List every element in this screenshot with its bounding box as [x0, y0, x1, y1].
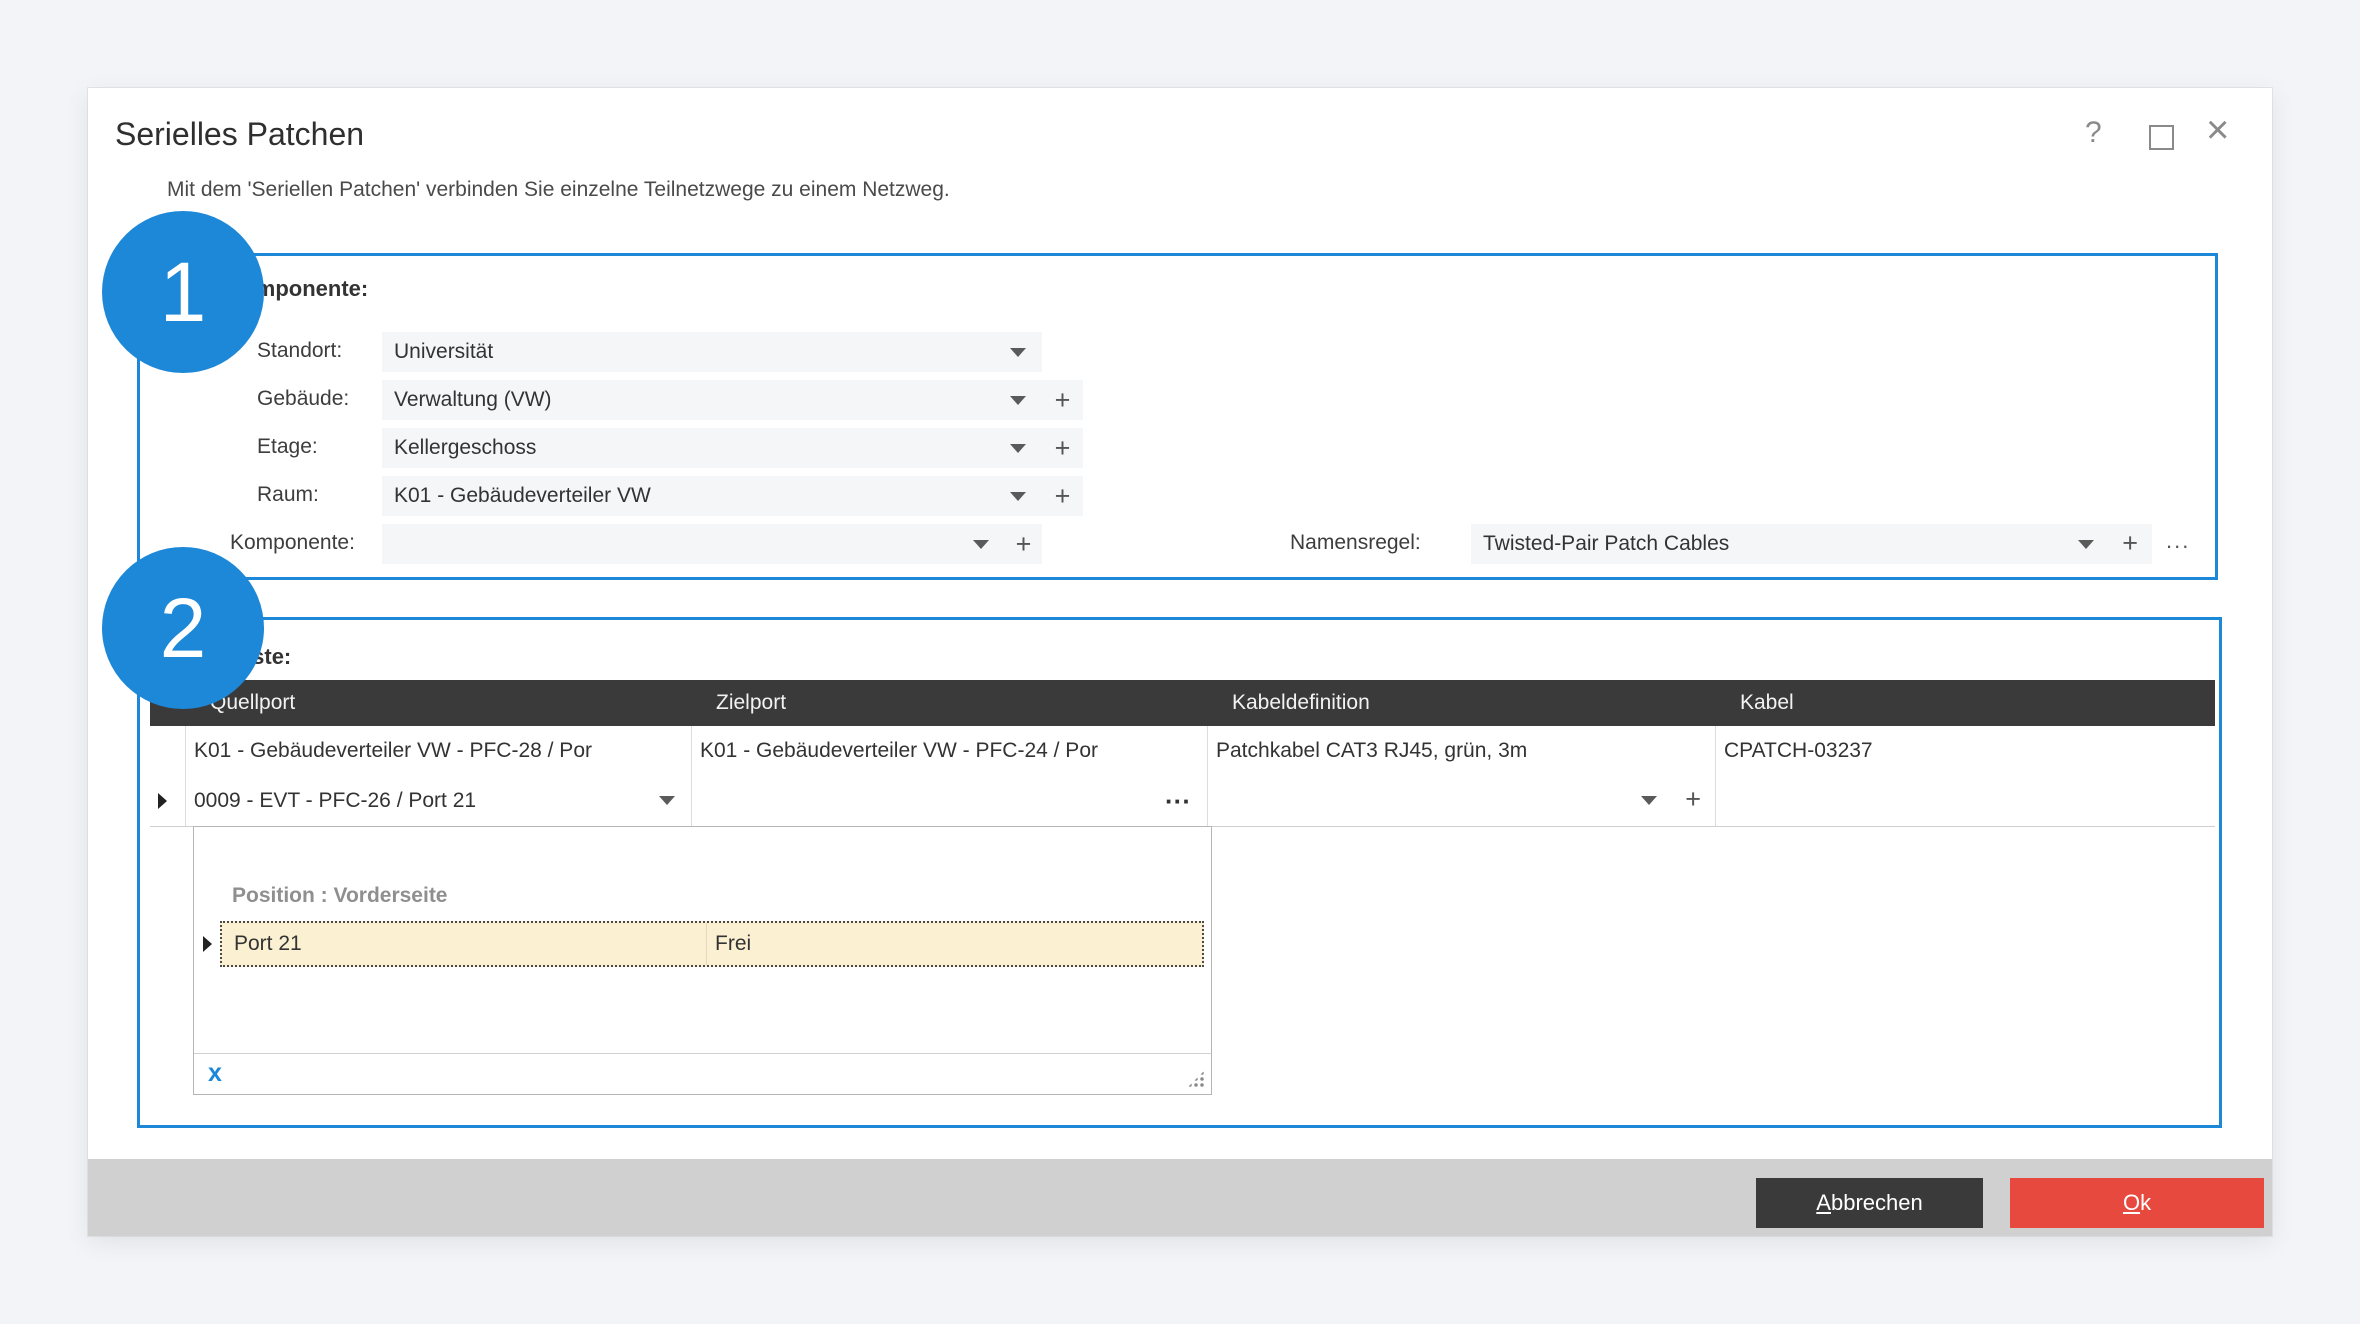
table-cell-zielport[interactable]: K01 - Gebäudeverteiler VW - PFC-24 / Por: [692, 726, 1208, 776]
column-header-kabel[interactable]: Kabel: [1716, 680, 2215, 726]
dropdown-row-port21[interactable]: Port 21 Frei: [220, 921, 1204, 967]
ellipsis-icon: ···: [1165, 786, 1191, 817]
dropdown-cell-port[interactable]: Port 21: [222, 923, 706, 965]
plus-icon: +: [1685, 784, 1701, 814]
port-dropdown-panel: Position : Vorderseite Port 21 Frei x: [193, 826, 1212, 1095]
step-badge-2: 2: [102, 547, 264, 709]
dropdown-cell-status[interactable]: Frei: [707, 923, 1202, 965]
row-indicator-icon: [158, 793, 167, 809]
row-indicator-cell: [150, 776, 186, 826]
dropdown-footer-divider: [194, 1053, 1211, 1054]
maximize-icon: [2149, 125, 2174, 150]
ok-button[interactable]: Ok: [2010, 1178, 2264, 1228]
help-button[interactable]: ?: [2085, 116, 2102, 150]
dialog-subtitle: Mit dem 'Seriellen Patchen' verbinden Si…: [167, 178, 950, 202]
dropdown-group-header: Position : Vorderseite: [232, 884, 448, 908]
clear-selection-button[interactable]: x: [208, 1061, 222, 1086]
step-badge-1: 1: [102, 211, 264, 373]
chevron-down-icon[interactable]: [659, 796, 675, 805]
close-button[interactable]: ×: [2206, 110, 2229, 150]
edit-cell-kabel[interactable]: [1716, 776, 2215, 826]
close-icon: ×: [2206, 108, 2229, 152]
column-header-kabeldefinition[interactable]: Kabeldefinition: [1208, 680, 1716, 726]
chevron-down-icon[interactable]: [1641, 796, 1657, 805]
dialog-footer: Abbrechen Ok: [88, 1159, 2272, 1236]
patchliste-table: Quellport Zielport Kabeldefinition Kabel…: [150, 680, 2215, 827]
row-indicator-icon: [203, 936, 212, 952]
table-cell-kabel[interactable]: CPATCH-03237: [1716, 726, 2215, 776]
resize-grip[interactable]: [1187, 1070, 1205, 1088]
cancel-button[interactable]: Abbrechen: [1756, 1178, 1983, 1228]
table-cell-quellport[interactable]: K01 - Gebäudeverteiler VW - PFC-28 / Por: [186, 726, 692, 776]
help-icon: ?: [2085, 116, 2102, 149]
edit-cell-zielport-more-button[interactable]: ···: [692, 776, 1208, 826]
column-header-quellport[interactable]: Quellport: [186, 680, 692, 726]
table-cell-kabeldefinition[interactable]: Patchkabel CAT3 RJ45, grün, 3m: [1208, 726, 1716, 776]
edit-cell-quellport-combobox[interactable]: 0009 - EVT - PFC-26 / Port 21: [186, 776, 692, 826]
row-indicator-cell: [150, 726, 186, 776]
maximize-button[interactable]: [2149, 125, 2174, 150]
serielles-patchen-dialog: Serielles Patchen ? × Mit dem 'Seriellen…: [88, 88, 2272, 1236]
kabeldefinition-add-button[interactable]: +: [1685, 784, 1701, 815]
column-header-zielport[interactable]: Zielport: [692, 680, 1208, 726]
startkomponente-section: [137, 253, 2218, 580]
dialog-title: Serielles Patchen: [115, 116, 364, 153]
edit-cell-kabeldefinition-combobox[interactable]: +: [1208, 776, 1716, 826]
clear-x-icon: x: [208, 1059, 222, 1087]
